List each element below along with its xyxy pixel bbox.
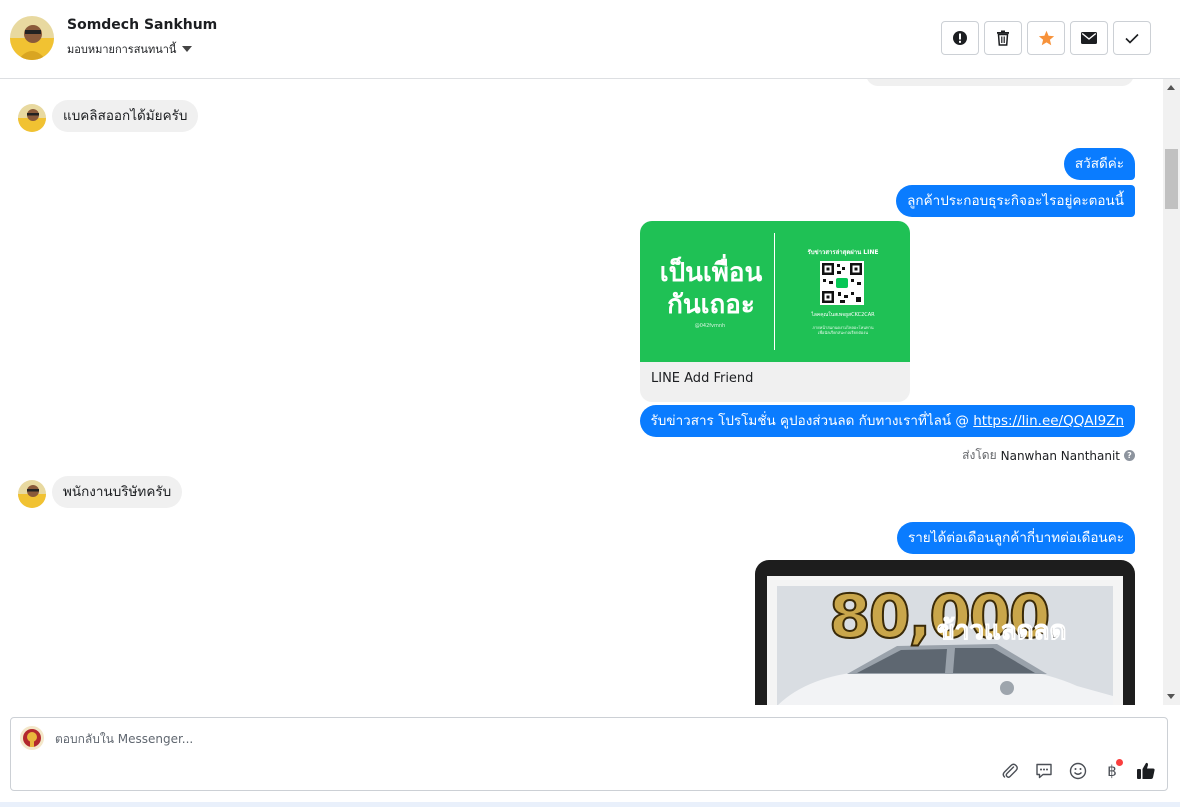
image-frame: 80,000 ข้าวแลดลด: [767, 576, 1123, 705]
sent-by-label: ส่งโดย Nanwhan Nanthanit ?: [962, 446, 1135, 465]
delete-button[interactable]: [984, 21, 1022, 55]
card-right-title: รับข่าวสารล่าสุดผ่าน LINE: [807, 249, 879, 256]
scroll-down-arrow-icon[interactable]: [1167, 694, 1175, 699]
qr-code-icon: [820, 261, 864, 305]
message-bubble-outgoing[interactable]: ลูกค้าประกอบธุระกิจอะไรอยู่คะตอนนี้: [896, 185, 1135, 217]
thread-scrollbar[interactable]: [1163, 79, 1180, 705]
message-bubble-outgoing[interactable]: สวัสดีค่ะ: [1063, 148, 1135, 180]
assign-conversation-dropdown[interactable]: มอบหมายการสนทนานี้: [67, 40, 193, 58]
card-title-line1: เป็นเพื่อน: [659, 258, 763, 288]
sent-by-prefix: ส่งโดย: [962, 448, 997, 462]
bottom-strip: [0, 802, 1180, 807]
message-thread[interactable]: แบคลิสออกได้มัยครับ สวัสดีค่ะ ลูกค้าประก…: [0, 79, 1163, 705]
scroll-up-arrow-icon[interactable]: [1167, 85, 1175, 90]
card-right-note: ภายหน้าสแกนดงามไหลอะโหนทาน เพื่อนัลเรียก…: [812, 325, 874, 335]
conversation-header: Somdech Sankhum มอบหมายการสนทนานี้: [0, 0, 1180, 79]
message-bubble-incoming[interactable]: แบคลิสออกได้มัยครับ: [52, 100, 199, 132]
contact-avatar[interactable]: [10, 16, 54, 60]
scrollbar-thumb[interactable]: [1165, 149, 1178, 209]
previous-message-bubble: [866, 79, 1134, 86]
conversation-toolbar: [941, 21, 1151, 55]
message-bubble-outgoing[interactable]: รับข่าวสาร โปรโมชั่น คูปองส่วนลด กับทางเ…: [639, 405, 1135, 437]
star-button[interactable]: [1027, 21, 1065, 55]
sent-by-agent[interactable]: Nanwhan Nanthanit: [1001, 449, 1120, 463]
page-avatar: [20, 726, 44, 750]
contact-avatar-small[interactable]: [18, 104, 46, 132]
card-right-sub: ไลคคุณในสเพจยูสCKC2CAR: [811, 312, 875, 318]
image-overlay-text: ข้าวแลดลด: [936, 616, 1067, 647]
baht-symbol: ฿: [1107, 762, 1117, 780]
contact-name[interactable]: Somdech Sankhum: [67, 17, 217, 33]
trash-icon: [997, 30, 1009, 46]
line-add-friend-card[interactable]: เป็นเพื่อน กันเถอะ @042fvmnh รับข่าวสารล…: [640, 221, 910, 402]
message-bubble-outgoing[interactable]: รายได้ต่อเดือนลูกค้ากี่บาทต่อเดือนคะ: [896, 522, 1135, 554]
like-icon[interactable]: [1135, 760, 1157, 782]
card-title-line2: กันเถอะ: [667, 290, 755, 320]
saved-reply-icon[interactable]: [1033, 760, 1055, 782]
reply-input[interactable]: [55, 730, 955, 748]
composer-actions: ฿: [999, 759, 1157, 782]
image-photo: 80,000 ข้าวแลดลด: [777, 581, 1113, 705]
baht-icon[interactable]: ฿: [1101, 759, 1123, 782]
attachment-icon[interactable]: [999, 760, 1021, 782]
message-bubble-incoming[interactable]: พนักงานบริษัทครับ: [52, 476, 183, 508]
envelope-icon: [1081, 32, 1097, 44]
help-icon[interactable]: ?: [1124, 450, 1135, 461]
line-card-image: เป็นเพื่อน กันเถอะ @042fvmnh รับข่าวสารล…: [640, 221, 910, 362]
spam-button[interactable]: [941, 21, 979, 55]
notification-dot: [1116, 759, 1123, 766]
message-image[interactable]: 80,000 ข้าวแลดลด: [755, 560, 1135, 705]
card-caption: LINE Add Friend: [651, 371, 754, 386]
check-icon: [1125, 33, 1139, 44]
emoji-icon[interactable]: [1067, 760, 1089, 782]
star-icon: [1038, 30, 1054, 46]
caret-down-icon: [182, 46, 193, 52]
card-handle: @042fvmnh: [694, 323, 726, 329]
reply-composer[interactable]: ฿: [10, 717, 1168, 791]
composer-area: ฿: [0, 705, 1180, 807]
line-link[interactable]: https://lin.ee/QQAI9Zn: [973, 413, 1124, 429]
assign-label: มอบหมายการสนทนานี้: [67, 43, 177, 56]
mark-unread-button[interactable]: [1070, 21, 1108, 55]
message-text: รับข่าวสาร โปรโมชั่น คูปองส่วนลด กับทางเ…: [650, 413, 974, 429]
contact-avatar-small[interactable]: [18, 480, 46, 508]
exclamation-icon: [953, 31, 967, 45]
done-button[interactable]: [1113, 21, 1151, 55]
card-divider: [774, 233, 775, 350]
